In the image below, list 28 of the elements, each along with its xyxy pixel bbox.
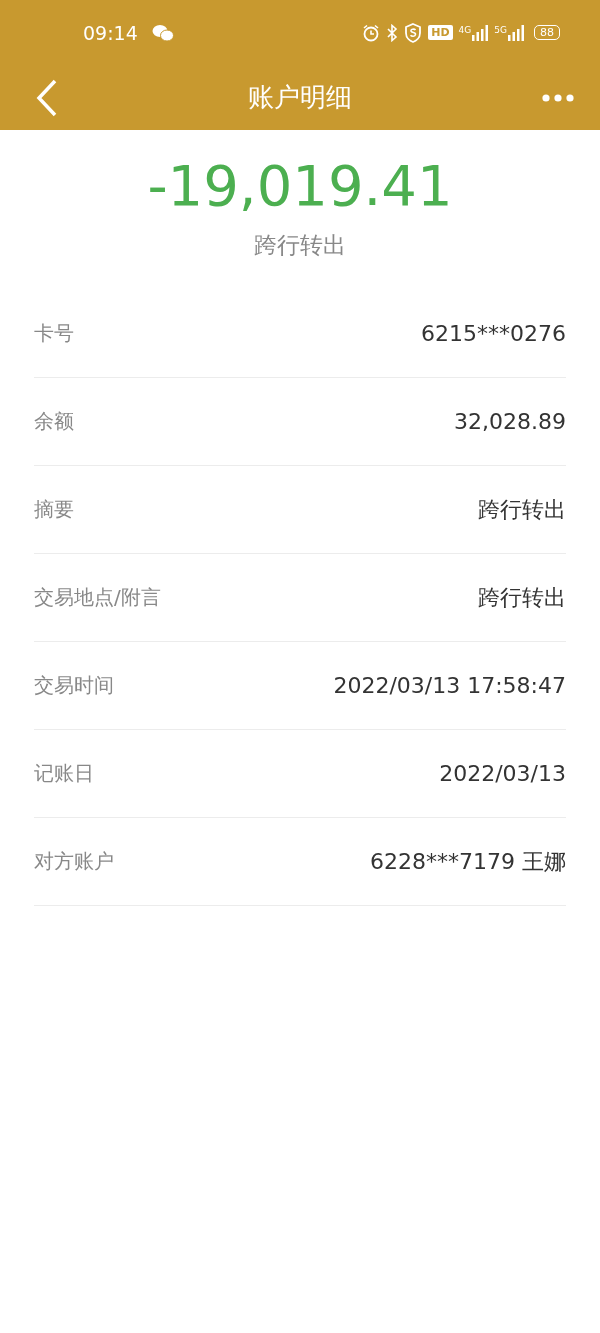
transaction-type: 跨行转出: [254, 231, 346, 260]
field-value: 跨行转出: [478, 583, 566, 612]
transaction-amount: -19,019.41: [147, 152, 453, 220]
battery-indicator: 88: [534, 25, 560, 40]
field-value: 2022/03/13 17:58:47: [333, 673, 566, 698]
field-value: 6228***7179 王娜: [370, 847, 566, 876]
field-value: 6215***0276: [421, 321, 566, 346]
field-label: 交易时间: [34, 672, 114, 699]
field-label: 对方账户: [34, 848, 114, 875]
signal-indicator: 4G: [458, 24, 489, 41]
field-label: 卡号: [34, 320, 74, 347]
signal-indicator: 5G: [494, 24, 524, 41]
back-button[interactable]: [36, 78, 58, 117]
hd-badge: HD: [428, 25, 453, 40]
shield-icon: [404, 22, 423, 43]
field-value: 跨行转出: [478, 495, 566, 524]
field-value: 2022/03/13: [439, 761, 566, 786]
field-label: 摘要: [34, 496, 74, 523]
field-label: 记账日: [34, 760, 94, 787]
field-label: 余额: [34, 408, 74, 435]
field-value: 32,028.89: [454, 409, 566, 434]
field-label: 交易地点/附言: [34, 584, 161, 611]
more-button[interactable]: [542, 93, 574, 102]
page-title: 账户明细: [248, 81, 352, 114]
chat-icon: [151, 23, 174, 42]
status-time: 09:14: [83, 21, 138, 44]
alarm-icon: [362, 23, 381, 42]
bluetooth-icon: [386, 23, 399, 42]
